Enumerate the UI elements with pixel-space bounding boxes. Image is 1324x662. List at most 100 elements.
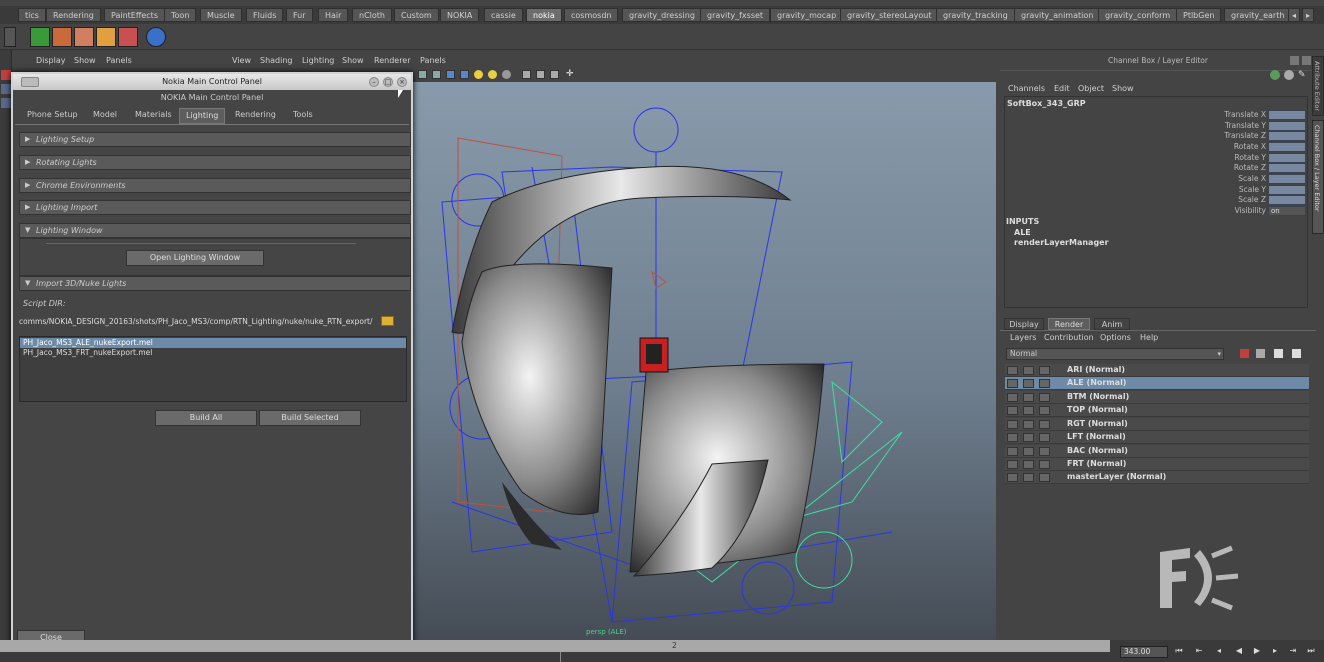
tab-materials[interactable]: Materials <box>129 108 178 122</box>
attr-field[interactable] <box>1268 110 1306 120</box>
wireframe-icon[interactable] <box>446 70 455 79</box>
close-icon[interactable]: × <box>397 77 407 87</box>
scroll-right-icon[interactable]: ▸ <box>1302 8 1314 22</box>
select-tool-icon[interactable] <box>1 70 11 80</box>
current-frame-field[interactable]: 343.00 <box>1120 646 1168 658</box>
character-icon[interactable] <box>74 27 94 47</box>
build-selected-button[interactable]: Build Selected <box>259 410 361 426</box>
section-lighting-window[interactable]: ▼ Lighting Window <box>19 223 411 238</box>
layer-row[interactable]: ARI (Normal) <box>1005 364 1309 377</box>
attr-field[interactable] <box>1268 174 1306 184</box>
settings-icon[interactable] <box>1039 433 1050 442</box>
layer-move-icon[interactable] <box>1274 349 1283 358</box>
minimize-icon[interactable]: – <box>369 77 379 87</box>
recycle-icon[interactable] <box>1023 379 1034 388</box>
menu-show[interactable]: Show <box>342 56 364 65</box>
attr-field[interactable] <box>1268 185 1306 195</box>
menu-show[interactable]: Show <box>74 56 96 65</box>
shelf-tab[interactable]: Toon <box>164 8 197 22</box>
shelf-tab[interactable]: gravity_stereoLayout <box>840 8 939 22</box>
light-icon[interactable] <box>488 70 497 79</box>
settings-icon[interactable] <box>1039 460 1050 469</box>
attr-field[interactable] <box>1268 142 1306 152</box>
tab-model[interactable]: Model <box>87 108 123 122</box>
render-toggle-icon[interactable] <box>1007 379 1018 388</box>
menu-panels[interactable]: Panels <box>420 56 446 65</box>
recycle-icon[interactable] <box>1023 447 1034 456</box>
recycle-icon[interactable] <box>1023 406 1034 415</box>
tab-anim[interactable]: Anim <box>1094 318 1130 330</box>
close-icon[interactable] <box>1302 56 1311 65</box>
menu-view[interactable]: View <box>232 56 251 65</box>
tab-tools[interactable]: Tools <box>287 108 319 122</box>
layer-add-selected-icon[interactable] <box>1256 349 1265 358</box>
timeline-track[interactable] <box>0 640 1110 652</box>
menu-channels[interactable]: Channels <box>1008 84 1045 93</box>
step-forward-icon[interactable]: ▸ <box>1270 646 1280 656</box>
tab-render[interactable]: Render <box>1048 318 1090 330</box>
shelf-tab[interactable]: Fur <box>286 8 313 22</box>
tab-phone-setup[interactable]: Phone Setup <box>21 108 84 122</box>
shelf-tab[interactable]: gravity_earth <box>1224 8 1292 22</box>
render-toggle-icon[interactable] <box>1007 406 1018 415</box>
render-toggle-icon[interactable] <box>1007 420 1018 429</box>
settings-icon[interactable] <box>1284 70 1294 80</box>
menu-shading[interactable]: Shading <box>260 56 293 65</box>
lasso-tool-icon[interactable] <box>1 84 11 94</box>
render-toggle-icon[interactable] <box>1007 393 1018 402</box>
side-tab-attribute-editor[interactable]: Attribute Editor <box>1312 56 1324 116</box>
layer-row[interactable]: FRT (Normal) <box>1005 458 1309 471</box>
go-to-start-icon[interactable]: ⏮ <box>1174 646 1184 656</box>
menu-display[interactable]: Display <box>36 56 66 65</box>
camera-icon[interactable] <box>418 70 427 79</box>
layer-row[interactable]: BTM (Normal) <box>1005 391 1309 404</box>
section-import-nuke-lights[interactable]: ▼ Import 3D/Nuke Lights <box>19 276 411 291</box>
layer-row[interactable]: TOP (Normal) <box>1005 404 1309 417</box>
snap-icon[interactable]: ✛ <box>566 70 575 79</box>
shelf-tab-active[interactable]: nokia <box>526 8 562 22</box>
menu-options[interactable]: Options <box>1100 333 1131 342</box>
list-item[interactable]: PH_Jaco_MS3_FRT_nukeExport.mel <box>20 348 406 358</box>
open-lighting-window-button[interactable]: Open Lighting Window <box>126 250 264 266</box>
character-icon[interactable] <box>118 27 138 47</box>
menu-panels[interactable]: Panels <box>106 56 132 65</box>
blend-mode-select[interactable]: Normal ▾ <box>1006 348 1224 360</box>
new-layer-icon[interactable] <box>1240 349 1249 358</box>
input-node[interactable]: renderLayerManager <box>1014 238 1109 247</box>
attr-field[interactable] <box>1268 131 1306 141</box>
play-forward-icon[interactable]: ▶ <box>1252 646 1262 656</box>
step-forward-key-icon[interactable]: ⇥ <box>1288 646 1298 656</box>
window-titlebar[interactable]: Nokia Main Control Panel – □ × <box>13 74 411 90</box>
section-rotating-lights[interactable]: ▶ Rotating Lights <box>19 155 411 170</box>
tab-lighting[interactable]: Lighting <box>179 108 226 124</box>
recycle-icon[interactable] <box>1023 433 1034 442</box>
shelf-tab[interactable]: cosmosdn <box>564 8 619 22</box>
shelf-tab[interactable]: PtlbGen <box>1176 8 1222 22</box>
menu-object[interactable]: Object <box>1078 84 1104 93</box>
shelf-tab[interactable]: Rendering <box>46 8 101 22</box>
tab-display[interactable]: Display <box>1004 318 1044 330</box>
list-item[interactable]: PH_Jaco_MS3_ALE_nukeExport.mel <box>20 338 406 348</box>
shelf-tab[interactable]: tics <box>18 8 46 22</box>
recycle-icon[interactable] <box>1023 393 1034 402</box>
settings-icon[interactable] <box>1039 366 1050 375</box>
nokia-logo-icon[interactable] <box>146 27 166 47</box>
render-toggle-icon[interactable] <box>1007 366 1018 375</box>
xray-icon[interactable] <box>536 70 545 79</box>
folder-icon[interactable] <box>381 316 394 326</box>
menu-layers[interactable]: Layers <box>1010 333 1036 342</box>
step-back-key-icon[interactable]: ⇤ <box>1194 646 1204 656</box>
render-toggle-icon[interactable] <box>1007 473 1018 482</box>
texture-icon[interactable] <box>550 70 559 79</box>
shelf-tab[interactable]: cassie <box>484 8 523 22</box>
go-to-end-icon[interactable]: ⏭ <box>1306 646 1316 656</box>
layer-row-selected[interactable]: ALE (Normal) <box>1005 377 1309 390</box>
character-icon[interactable] <box>52 27 72 47</box>
tab-rendering[interactable]: Rendering <box>229 108 282 122</box>
attr-field[interactable] <box>1268 163 1306 173</box>
shelf-tab[interactable]: NOKIA <box>440 8 480 22</box>
shelf-tab[interactable]: gravity_fxsset <box>700 8 771 22</box>
shelf-tab[interactable]: PaintEffects <box>104 8 165 22</box>
attr-field[interactable] <box>1268 153 1306 163</box>
shelf-tab[interactable]: gravity_tracking <box>936 8 1015 22</box>
